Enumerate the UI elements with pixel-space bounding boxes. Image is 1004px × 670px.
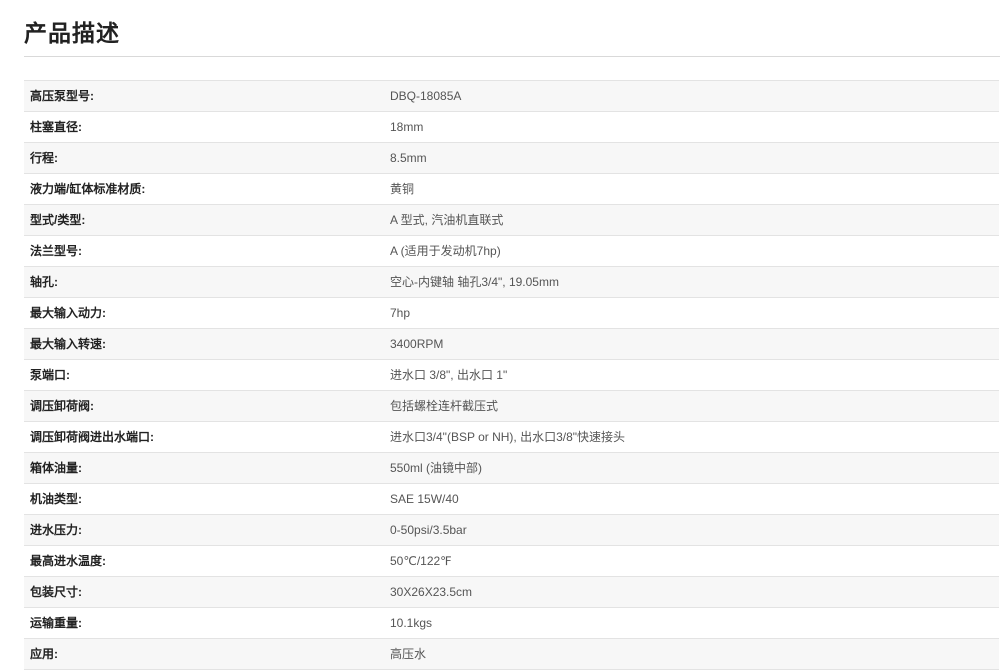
spec-value: 30X26X23.5cm [384, 576, 999, 608]
spec-value: 3400RPM [384, 328, 999, 360]
spec-label: 最高进水温度: [24, 545, 384, 577]
table-row: 高压泵型号: DBQ-18085A [24, 80, 999, 112]
spec-label: 进水压力: [24, 514, 384, 546]
table-row: 调压卸荷阀: 包括螺栓连杆截压式 [24, 390, 999, 422]
spec-label: 法兰型号: [24, 235, 384, 267]
spec-label: 行程: [24, 142, 384, 174]
spec-label: 箱体油量: [24, 452, 384, 484]
table-row: 应用: 高压水 [24, 638, 999, 670]
table-row: 包装尺寸: 30X26X23.5cm [24, 576, 999, 608]
spec-label: 最大输入转速: [24, 328, 384, 360]
table-row: 柱塞直径: 18mm [24, 111, 999, 143]
spec-label: 高压泵型号: [24, 80, 384, 112]
spec-value: A (适用于发动机7hp) [384, 235, 999, 267]
table-row: 行程: 8.5mm [24, 142, 999, 174]
table-row: 泵端口: 进水口 3/8", 出水口 1" [24, 359, 999, 391]
spec-value: 进水口 3/8", 出水口 1" [384, 359, 999, 391]
spec-label: 包装尺寸: [24, 576, 384, 608]
spec-label: 运输重量: [24, 607, 384, 639]
spec-label: 最大输入动力: [24, 297, 384, 329]
spec-value: 550ml (油镜中部) [384, 452, 999, 484]
spec-value: SAE 15W/40 [384, 483, 999, 515]
table-row: 轴孔: 空心-内键轴 轴孔3/4", 19.05mm [24, 266, 999, 298]
spec-value: 7hp [384, 297, 999, 329]
spec-label: 泵端口: [24, 359, 384, 391]
spec-value: 10.1kgs [384, 607, 999, 639]
table-row: 机油类型: SAE 15W/40 [24, 483, 999, 515]
title-divider [24, 56, 1000, 57]
spec-value: 包括螺栓连杆截压式 [384, 390, 999, 422]
page-title: 产品描述 [24, 20, 120, 46]
spec-label: 机油类型: [24, 483, 384, 515]
spec-value: DBQ-18085A [384, 80, 999, 112]
table-row: 调压卸荷阀进出水端口: 进水口3/4"(BSP or NH), 出水口3/8"快… [24, 421, 999, 453]
spec-value: 50℃/122℉ [384, 545, 999, 577]
table-row: 液力端/缸体标准材质: 黄铜 [24, 173, 999, 205]
spec-value: 0-50psi/3.5bar [384, 514, 999, 546]
spec-value: 高压水 [384, 638, 999, 670]
product-description-page: 产品描述 高压泵型号: DBQ-18085A 柱塞直径: 18mm 行程: 8.… [0, 0, 1004, 670]
table-row: 最大输入动力: 7hp [24, 297, 999, 329]
spec-value: 18mm [384, 111, 999, 143]
table-row: 运输重量: 10.1kgs [24, 607, 999, 639]
spec-label: 轴孔: [24, 266, 384, 298]
table-row: 法兰型号: A (适用于发动机7hp) [24, 235, 999, 267]
spec-label: 液力端/缸体标准材质: [24, 173, 384, 205]
spec-value: 8.5mm [384, 142, 999, 174]
spec-label: 应用: [24, 638, 384, 670]
spec-value: 进水口3/4"(BSP or NH), 出水口3/8"快速接头 [384, 421, 999, 453]
spec-value: 黄铜 [384, 173, 999, 205]
spec-label: 调压卸荷阀进出水端口: [24, 421, 384, 453]
spec-label: 柱塞直径: [24, 111, 384, 143]
table-row: 进水压力: 0-50psi/3.5bar [24, 514, 999, 546]
table-row: 箱体油量: 550ml (油镜中部) [24, 452, 999, 484]
table-row: 型式/类型: A 型式, 汽油机直联式 [24, 204, 999, 236]
table-row: 最大输入转速: 3400RPM [24, 328, 999, 360]
table-row: 最高进水温度: 50℃/122℉ [24, 545, 999, 577]
spec-value: A 型式, 汽油机直联式 [384, 204, 999, 236]
spec-table: 高压泵型号: DBQ-18085A 柱塞直径: 18mm 行程: 8.5mm 液… [24, 80, 999, 670]
spec-value: 空心-内键轴 轴孔3/4", 19.05mm [384, 266, 999, 298]
spec-label: 调压卸荷阀: [24, 390, 384, 422]
spec-label: 型式/类型: [24, 204, 384, 236]
